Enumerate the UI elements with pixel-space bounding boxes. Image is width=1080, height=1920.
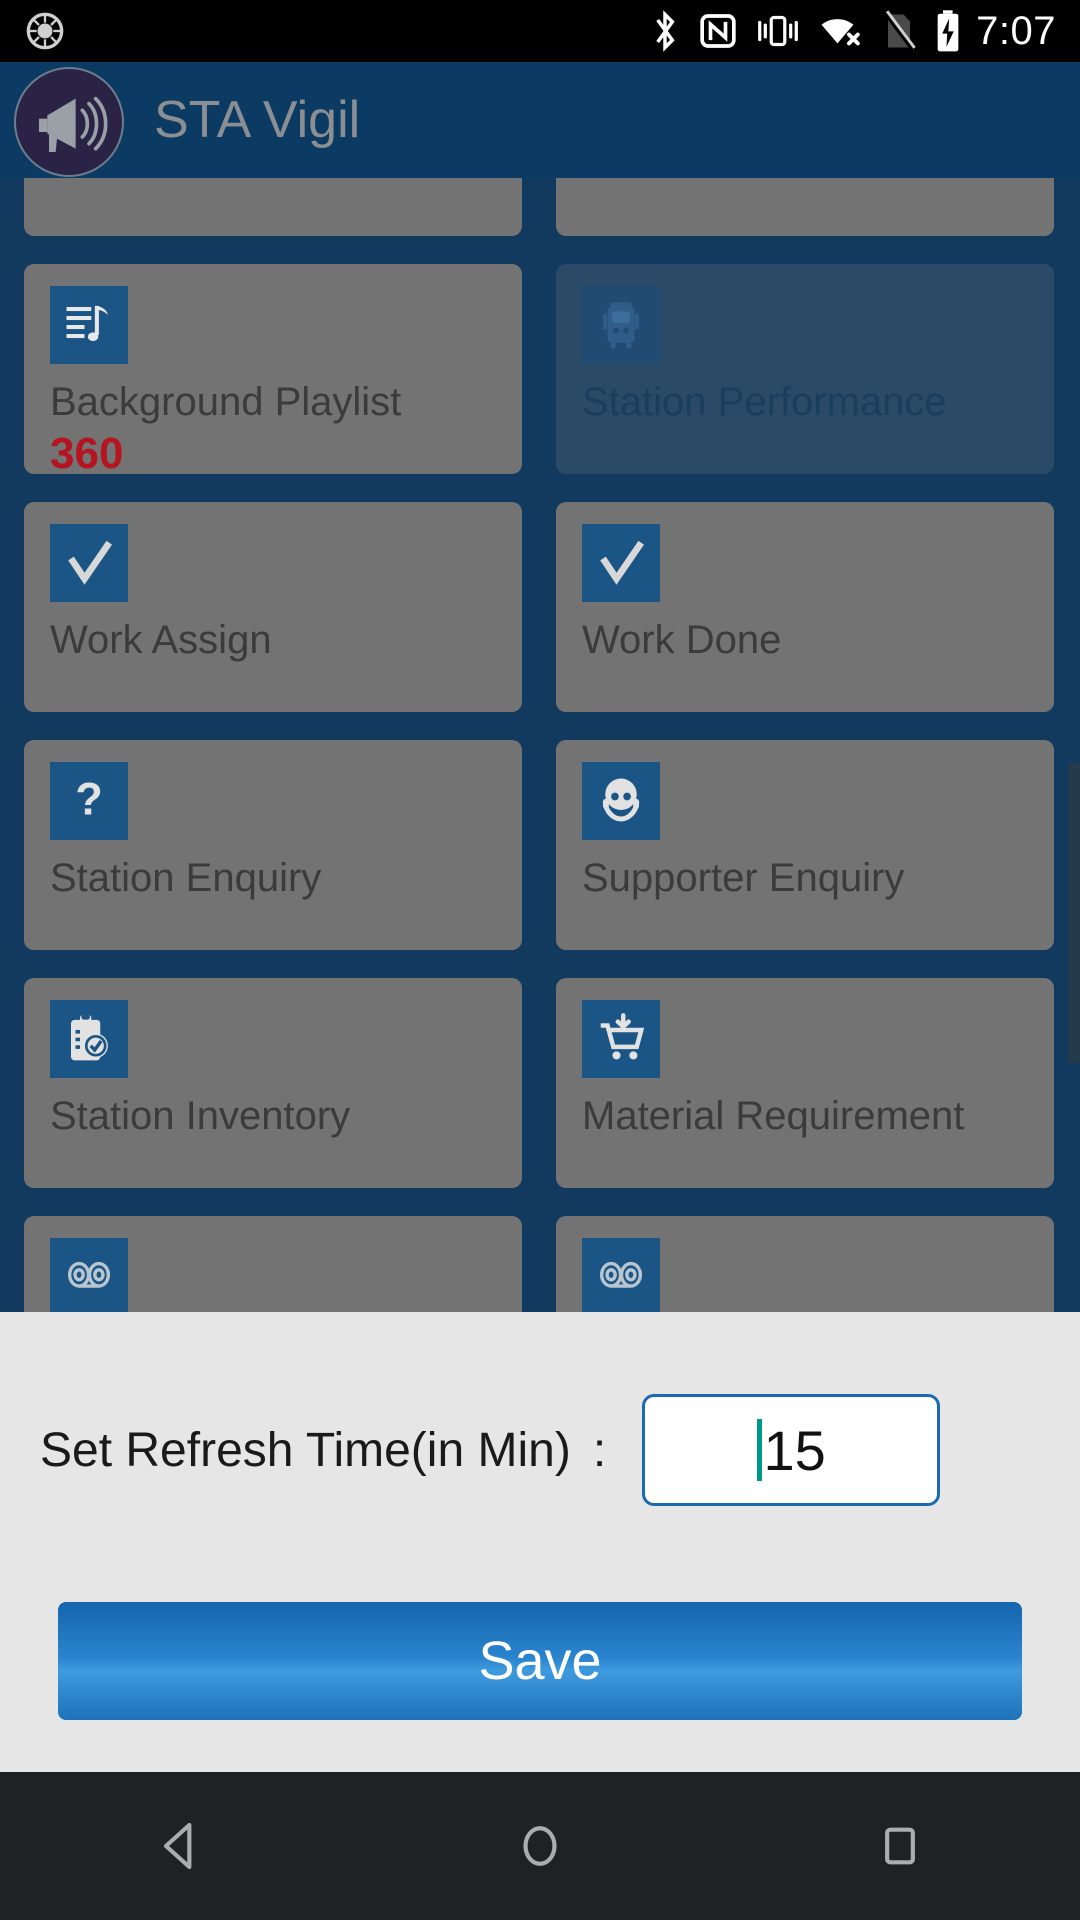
tile-label: Background Playlist: [50, 380, 402, 424]
refresh-time-colon: :: [592, 1423, 607, 1477]
home-icon[interactable]: [450, 1772, 630, 1920]
status-bar: 7:07: [0, 0, 1080, 62]
tile-partial-left[interactable]: 183: [24, 178, 522, 236]
question-mark-icon: ?: [50, 762, 128, 840]
refresh-time-dialog: Set Refresh Time(in Min) : 15 Save: [0, 1312, 1080, 1772]
check-icon: [582, 524, 660, 602]
tile-work-assign[interactable]: Work Assign: [24, 502, 522, 712]
back-icon[interactable]: [90, 1772, 270, 1920]
recents-icon[interactable]: [810, 1772, 990, 1920]
tile-label: Work Assign: [50, 618, 272, 662]
clipboard-check-icon: [50, 1000, 128, 1078]
dashboard-scroll-area[interactable]: 183 204 Background Play: [0, 178, 1080, 1312]
bluetooth-icon: [650, 9, 680, 53]
nfc-icon: [698, 9, 738, 53]
wifi-off-icon: [818, 9, 864, 53]
tile-station-performance[interactable]: Station Performance: [556, 264, 1054, 474]
megaphone-logo-icon: [14, 67, 124, 177]
app-bar: STA Vigil: [0, 62, 1080, 178]
tile-count: 360: [50, 429, 124, 478]
status-bar-icons: [650, 8, 976, 54]
tile-supporter-enquiry[interactable]: Supporter Enquiry: [556, 740, 1054, 950]
dashboard-grid: 183 204 Background Play: [0, 178, 1080, 1312]
refresh-time-input[interactable]: 15: [642, 1394, 941, 1506]
vertical-scrollbar[interactable]: [1068, 763, 1080, 1063]
tape-reel-icon: [582, 1238, 660, 1312]
battery-charging-icon: [934, 8, 962, 54]
svg-text:?: ?: [75, 774, 103, 825]
shopping-cart-icon: [582, 1000, 660, 1078]
tile-station-inventory[interactable]: Station Inventory: [24, 978, 522, 1188]
tape-reel-icon: [50, 1238, 128, 1312]
headset-support-icon: [582, 762, 660, 840]
check-icon: [50, 524, 128, 602]
tile-work-done[interactable]: Work Done: [556, 502, 1054, 712]
tile-material-requirement[interactable]: Material Requirement: [556, 978, 1054, 1188]
tile-label: Material Requirement: [582, 1094, 965, 1138]
tile-label: Work Done: [582, 618, 782, 662]
refresh-time-value: 15: [763, 1418, 826, 1482]
status-bar-clock: 7:07: [976, 8, 1056, 53]
tile-label: Station Performance: [582, 380, 947, 424]
tile-label: Station Enquiry: [50, 856, 322, 900]
text-caret: [756, 1419, 762, 1481]
page-title: STA Vigil: [154, 91, 361, 149]
playlist-music-icon: [50, 286, 128, 364]
tile-partial-right[interactable]: 204: [556, 178, 1054, 236]
refresh-time-label: Set Refresh Time(in Min): [40, 1423, 571, 1477]
tile-station-enquiry[interactable]: ? Station Enquiry: [24, 740, 522, 950]
sim-off-icon: [882, 9, 916, 53]
refresh-time-row: Set Refresh Time(in Min) : 15: [0, 1394, 1080, 1506]
vibrate-icon: [756, 9, 800, 53]
tile-fill-down-time-reason[interactable]: Fill Down Time Reason: [556, 1216, 1054, 1312]
tile-label: Station Inventory: [50, 1094, 351, 1138]
tile-down-time-analysis[interactable]: Down Time Analysis: [24, 1216, 522, 1312]
android-navigation-bar: [0, 1772, 1080, 1920]
train-icon: [582, 286, 660, 364]
tile-background-playlist[interactable]: Background Playlist 360: [24, 264, 522, 478]
save-button[interactable]: Save: [58, 1602, 1022, 1720]
tile-label: Supporter Enquiry: [582, 856, 905, 900]
brightness-icon: [0, 11, 90, 51]
